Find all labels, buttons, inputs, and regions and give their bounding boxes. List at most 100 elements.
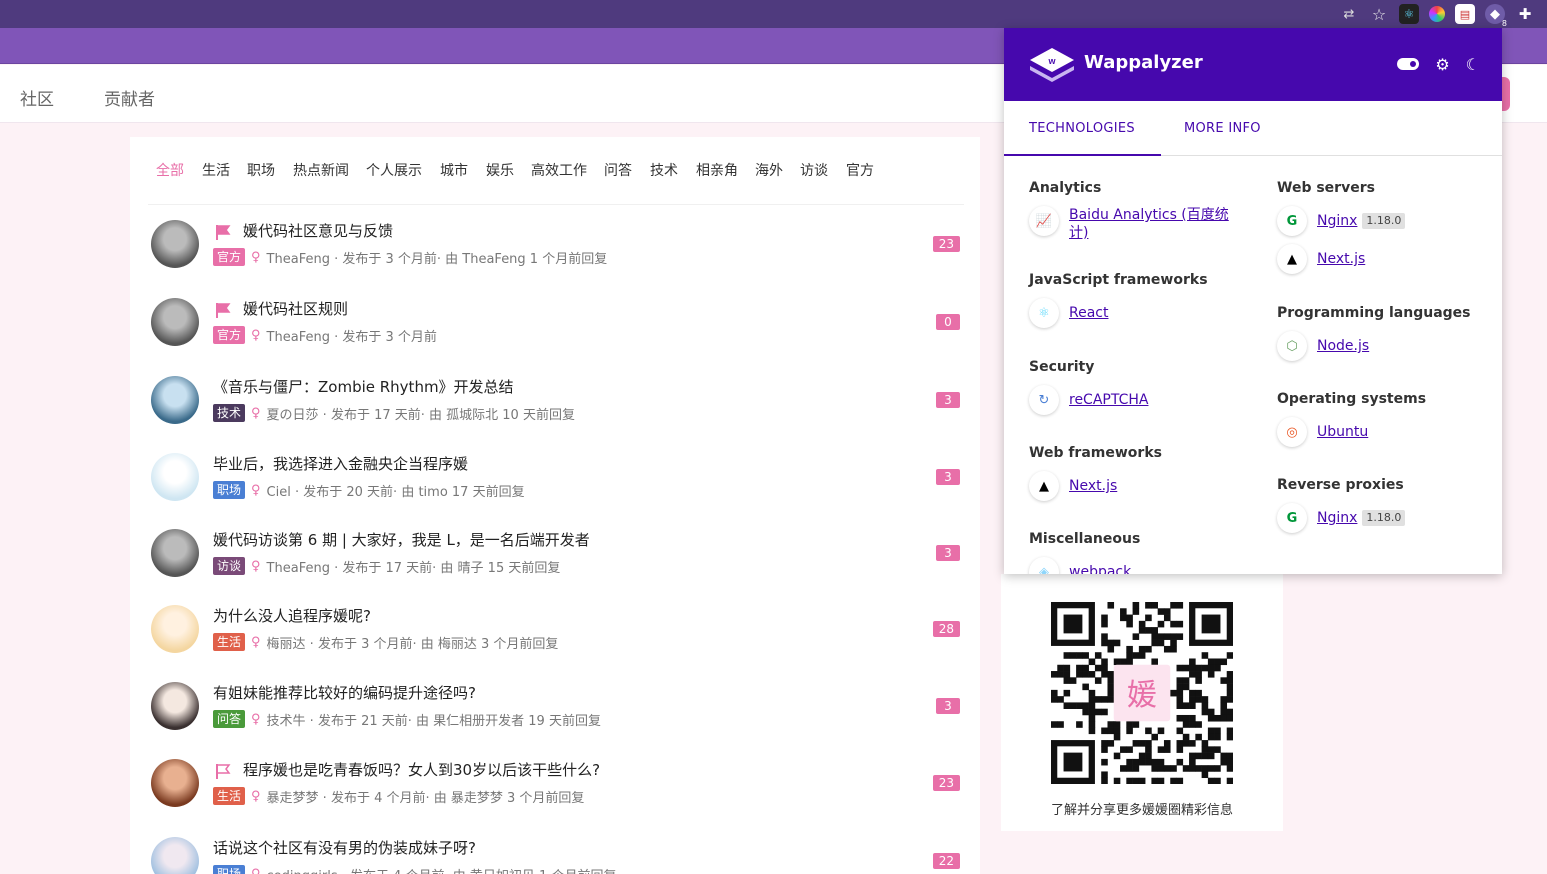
avatar[interactable] xyxy=(151,453,199,501)
topic-row[interactable]: 《音乐与僵尸：Zombie Rhythm》开发总结 技术 ♀ 夏の日莎 · 发布于 1… xyxy=(148,376,964,452)
ubuntu-icon: ◎ xyxy=(1277,417,1307,447)
category-badge[interactable]: 技术 xyxy=(213,404,246,422)
category-tab[interactable]: 热点新闻 xyxy=(293,160,349,180)
topic-row[interactable]: 话说这个社区有没有男的伪装成妹子呀? 职场 ♀ codinggirls · 发布于 4… xyxy=(148,837,964,874)
tab-more-info[interactable]: MORE INFO xyxy=(1184,121,1261,136)
category-badge[interactable]: 访谈 xyxy=(213,557,246,575)
technology-link[interactable]: Baidu Analytics (百度统计) xyxy=(1069,206,1229,242)
toggle-switch-icon[interactable] xyxy=(1397,54,1420,74)
topic-meta-text: TheaFeng · 发布于 17 天前· 由 晴子 15 天前回复 xyxy=(266,560,561,576)
avatar[interactable] xyxy=(151,376,199,424)
topic-title[interactable]: 《音乐与僵尸：Zombie Rhythm》开发总结 xyxy=(213,376,514,397)
topic-title[interactable]: 有姐妹能推荐比较好的编码提升途径吗? xyxy=(213,682,476,703)
topic-title[interactable]: 毕业后，我选择进入金融央企当程序媛 xyxy=(213,453,468,474)
category-badge[interactable]: 职场 xyxy=(213,865,246,874)
react-devtools-icon[interactable]: ⚛ xyxy=(1399,4,1419,24)
technology-item[interactable]: G Nginx 1.18.0 xyxy=(1277,206,1406,236)
category-tab[interactable]: 个人展示 xyxy=(366,160,422,180)
category-tab[interactable]: 相亲角 xyxy=(696,160,738,180)
topic-title[interactable]: 为什么没人追程序媛呢? xyxy=(213,605,371,626)
topic-row[interactable]: 媛代码访谈第 6 期 | 大家好，我是 L，是一名后端开发者 访谈 ♀ TheaFen… xyxy=(148,529,964,605)
qr-center-logo: 媛 xyxy=(1127,678,1157,713)
topic-title[interactable]: 话说这个社区有没有男的伪装成妹子呀? xyxy=(213,837,476,858)
avatar[interactable] xyxy=(151,605,199,653)
tab-technologies[interactable]: TECHNOLOGIES xyxy=(1029,121,1135,136)
category-tab[interactable]: 海外 xyxy=(755,160,783,180)
technologies-list[interactable]: Analytics 📈 Baidu Analytics (百度统计) JavaScri… xyxy=(1004,157,1502,574)
technology-item[interactable]: ▲ Next.js xyxy=(1029,471,1117,501)
extensions-puzzle-icon[interactable]: ✚ xyxy=(1515,4,1535,24)
technology-item[interactable]: ◈ webpack xyxy=(1029,557,1131,574)
technology-item[interactable]: ◎ Ubuntu xyxy=(1277,417,1368,447)
technology-link[interactable]: React xyxy=(1069,304,1108,322)
technology-category-title: Analytics xyxy=(1029,180,1102,196)
bookmark-star-icon[interactable]: ☆ xyxy=(1369,4,1389,24)
triangle-icon: ▲ xyxy=(1277,244,1307,274)
category-badge[interactable]: 官方 xyxy=(213,326,246,344)
topic-row[interactable]: 媛代码社区意见与反馈 官方 ♀ TheaFeng · 发布于 3 个月前· 由 The… xyxy=(148,220,964,296)
nav-community[interactable]: 社区 xyxy=(20,85,54,110)
settings-gear-icon[interactable]: ⚙ xyxy=(1435,54,1449,74)
topic-row[interactable]: 为什么没人追程序媛呢? 生活 ♀ 梅丽达 · 发布于 3 个月前· 由 梅丽达 3 个… xyxy=(148,605,964,681)
topic-meta: 生活 ♀ 梅丽达 · 发布于 3 个月前· 由 梅丽达 3 个月前回复 xyxy=(213,633,559,652)
translate-icon[interactable]: ⇄ xyxy=(1339,4,1359,24)
topic-meta-text: TheaFeng · 发布于 3 个月前· 由 TheaFeng 1 个月前回复 xyxy=(266,251,608,267)
topic-title[interactable]: 媛代码访谈第 6 期 | 大家好，我是 L，是一名后端开发者 xyxy=(213,529,590,550)
topic-title[interactable]: 媛代码社区意见与反馈 xyxy=(243,220,393,241)
topic-row[interactable]: 媛代码社区规则 官方 ♀ TheaFeng · 发布于 3 个月前 0 xyxy=(148,298,964,374)
avatar[interactable] xyxy=(151,682,199,730)
avatar[interactable] xyxy=(151,837,199,874)
avatar[interactable] xyxy=(151,759,199,807)
topic-row[interactable]: 有姐妹能推荐比较好的编码提升途径吗? 问答 ♀ 技术牛 · 发布于 21 天前· 由 … xyxy=(148,682,964,758)
technology-link[interactable]: Next.js xyxy=(1317,250,1365,268)
category-badge[interactable]: 职场 xyxy=(213,481,246,499)
avatar[interactable] xyxy=(151,529,199,577)
technology-item[interactable]: ▲ Next.js xyxy=(1277,244,1365,274)
category-badge[interactable]: 生活 xyxy=(213,787,246,805)
technology-item[interactable]: ↻ reCAPTCHA xyxy=(1029,385,1148,415)
avatar[interactable] xyxy=(151,298,199,346)
topic-row[interactable]: 程序媛也是吃青春饭吗？女人到30岁以后该干些什么? 生活 ♀ 暴走梦梦 · 发布于 4… xyxy=(148,759,964,835)
technology-link[interactable]: Next.js xyxy=(1069,477,1117,495)
category-tab[interactable]: 全部 xyxy=(156,160,184,180)
nav-contributors[interactable]: 贡献者 xyxy=(104,85,155,110)
category-tab[interactable]: 职场 xyxy=(247,160,275,180)
topic-row[interactable]: 毕业后，我选择进入金融央企当程序媛 职场 ♀ Ciel · 发布于 20 天前· 由 … xyxy=(148,453,964,529)
category-tab[interactable]: 娱乐 xyxy=(486,160,514,180)
technology-link[interactable]: Node.js xyxy=(1317,337,1369,355)
topic-title[interactable]: 程序媛也是吃青春饭吗？女人到30岁以后该干些什么? xyxy=(243,759,600,780)
pinned-flag-icon xyxy=(216,225,231,240)
category-tab[interactable]: 高效工作 xyxy=(531,160,587,180)
reply-count-badge: 28 xyxy=(932,621,960,637)
reply-count-badge: 22 xyxy=(932,853,960,869)
color-picker-icon[interactable] xyxy=(1429,6,1445,22)
category-badge[interactable]: 生活 xyxy=(213,633,246,651)
category-tab[interactable]: 城市 xyxy=(440,160,468,180)
category-tab[interactable]: 生活 xyxy=(202,160,230,180)
category-badge[interactable]: 问答 xyxy=(213,710,246,728)
category-tab[interactable]: 访谈 xyxy=(800,160,828,180)
category-tab[interactable]: 问答 xyxy=(604,160,632,180)
wappalyzer-extension-icon[interactable]: ◆ 8 xyxy=(1485,4,1507,28)
technology-item[interactable]: G Nginx 1.18.0 xyxy=(1277,503,1406,533)
category-badge[interactable]: 官方 xyxy=(213,248,246,266)
technology-link[interactable]: Ubuntu xyxy=(1317,423,1368,441)
nginx-icon: G xyxy=(1277,503,1307,533)
technology-link[interactable]: Nginx xyxy=(1317,212,1357,230)
technology-link[interactable]: webpack xyxy=(1069,563,1131,574)
category-tab[interactable]: 技术 xyxy=(650,160,678,180)
technology-link[interactable]: Nginx xyxy=(1317,509,1357,527)
avatar[interactable] xyxy=(151,220,199,268)
topic-meta-text: 梅丽达 · 发布于 3 个月前· 由 梅丽达 3 个月前回复 xyxy=(266,636,559,652)
technology-category-title: Miscellaneous xyxy=(1029,531,1141,547)
technology-category-title: Web servers xyxy=(1277,180,1375,196)
wappalyzer-popup: w Wappalyzer ⚙ ☾ TECHNOLOGIES MORE INFO … xyxy=(1004,28,1502,574)
technology-link[interactable]: reCAPTCHA xyxy=(1069,391,1148,409)
category-tab[interactable]: 官方 xyxy=(846,160,874,180)
technology-item[interactable]: 📈 Baidu Analytics (百度统计) xyxy=(1029,206,1229,242)
technology-item[interactable]: ⚛ React xyxy=(1029,298,1108,328)
technology-item[interactable]: ⬡ Node.js xyxy=(1277,331,1369,361)
notes-extension-icon[interactable]: ▤ xyxy=(1455,4,1475,24)
dark-mode-moon-icon[interactable]: ☾ xyxy=(1466,54,1480,74)
topic-title[interactable]: 媛代码社区规则 xyxy=(243,298,348,319)
